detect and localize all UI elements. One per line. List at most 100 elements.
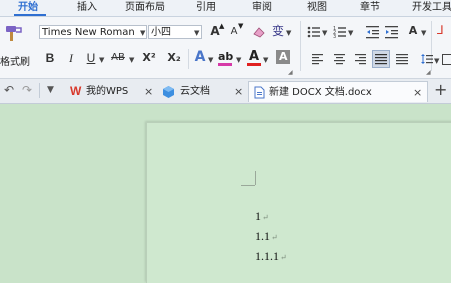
font-size-dropdown-icon[interactable]: ▼ (194, 29, 199, 37)
close-icon[interactable]: × (234, 81, 243, 102)
bullets-dropdown-icon[interactable]: ▼ (322, 29, 327, 37)
text-effect-button[interactable]: A (193, 49, 207, 65)
outdent-icon (366, 25, 380, 39)
numbered-list-icon: 1 2 3 (333, 25, 347, 39)
heading-number: 1.1.1 (255, 249, 279, 263)
font-name-value: Times New Roman (42, 27, 135, 38)
redo-icon[interactable]: ↷ (22, 83, 32, 97)
strikethrough-button[interactable]: AB (108, 50, 128, 66)
numbering-button[interactable]: 1 2 3 (333, 25, 347, 39)
quick-access-dropdown-icon[interactable]: ▼ (47, 85, 54, 95)
new-tab-button[interactable]: + (434, 80, 447, 99)
document-tab-bar: ↶ ↷ ▼ W 我的WPS × 云文档 × 新建 DOCX 文档.docx × … (0, 79, 451, 104)
align-left-button[interactable] (312, 53, 324, 65)
tab-cloud-docs[interactable]: 云文档 × (158, 81, 248, 102)
tab-my-wps-label: 我的WPS (86, 81, 128, 102)
distributed-align-button[interactable] (396, 53, 408, 65)
tab-developer[interactable]: 开发工具 (412, 1, 451, 15)
line-spacing-icon (421, 53, 433, 65)
style-shortcut-icon[interactable]: ⅃ (437, 23, 444, 37)
justify-button[interactable] (372, 50, 390, 68)
tab-insert[interactable]: 插入 (77, 1, 97, 15)
pinyin-dropdown-icon[interactable]: ▼ (286, 29, 291, 37)
paragraph-dialog-launcher-icon[interactable]: ◢ (426, 69, 431, 76)
pinyin-guide-button[interactable]: 变 (271, 23, 285, 39)
increase-indent-button[interactable] (385, 25, 399, 39)
font-name-combo[interactable]: Times New Roman (39, 25, 147, 39)
svg-text:3: 3 (333, 34, 336, 39)
superscript-button[interactable]: X² (140, 50, 158, 66)
ribbon-separator (300, 21, 301, 71)
underline-dropdown-icon[interactable]: ▼ (99, 56, 104, 64)
shading-border-button[interactable] (442, 53, 451, 65)
align-center-button[interactable] (334, 53, 346, 65)
paragraph-mark: ↵ (280, 253, 287, 262)
strikethrough-dropdown-icon[interactable]: ▼ (129, 56, 134, 64)
eraser-icon (252, 25, 266, 39)
tab-view[interactable]: 视图 (307, 1, 327, 15)
indent-icon (385, 25, 399, 39)
grow-arrow-icon: ▲ (219, 22, 224, 30)
tab-cloud-docs-label: 云文档 (180, 81, 210, 102)
font-name-dropdown-icon[interactable]: ▼ (140, 29, 145, 37)
bullets-button[interactable] (307, 25, 321, 39)
menu-bar: 开始 插入 页面布局 引用 审阅 视图 章节 开发工具 (0, 0, 451, 17)
document-area: 1↵ 1.1↵ 1.1.1↵ (0, 104, 451, 267)
underline-button[interactable]: U (84, 50, 98, 66)
ribbon-separator (188, 49, 189, 69)
margin-corner-mark (241, 185, 255, 186)
line-spacing-dropdown-icon[interactable]: ▼ (434, 57, 439, 65)
align-right-icon (355, 53, 367, 65)
tab-chapter[interactable]: 章节 (360, 1, 380, 15)
format-painter-label: 格式刷 (0, 53, 30, 68)
align-right-button[interactable] (355, 53, 367, 65)
align-center-icon (334, 53, 346, 65)
highlight-color-bar (218, 63, 232, 66)
tab-home[interactable]: 开始 (18, 1, 38, 15)
bold-button[interactable]: B (43, 50, 57, 66)
format-painter-button[interactable] (2, 23, 24, 45)
highlight-dropdown-icon[interactable]: ▼ (236, 56, 241, 64)
tab-references[interactable]: 引用 (196, 1, 216, 15)
text-effect-dropdown-icon[interactable]: ▼ (208, 56, 213, 64)
font-color-bar (247, 63, 261, 66)
decrease-indent-button[interactable] (366, 25, 380, 39)
numbering-dropdown-icon[interactable]: ▼ (348, 29, 353, 37)
cloud-docs-icon (162, 85, 175, 98)
tab-new-docx[interactable]: 新建 DOCX 文档.docx × (248, 81, 428, 102)
brush-icon (2, 23, 24, 45)
italic-button[interactable]: I (64, 50, 78, 66)
tab-page-layout[interactable]: 页面布局 (125, 1, 165, 15)
tab-my-wps[interactable]: W 我的WPS × (66, 81, 158, 102)
document-line[interactable]: 1.1.1↵ (255, 249, 287, 264)
bullet-list-icon (307, 25, 321, 39)
clear-format-button[interactable] (252, 25, 266, 39)
subscript-button[interactable]: X₂ (165, 50, 183, 66)
text-direction-button[interactable]: A (406, 23, 420, 39)
heading-number: 1.1 (255, 229, 270, 243)
font-dialog-launcher-icon[interactable]: ◢ (288, 69, 293, 76)
wps-logo-icon: W (70, 81, 81, 102)
char-shading-button[interactable]: A (276, 50, 290, 64)
shrink-arrow-icon: ▼ (238, 22, 243, 30)
font-color-button[interactable]: A (247, 49, 261, 66)
paragraph-mark: ↵ (262, 213, 269, 222)
line-spacing-button[interactable] (421, 53, 433, 65)
highlight-button[interactable]: ab (218, 50, 234, 66)
undo-icon[interactable]: ↶ (4, 83, 14, 97)
font-color-dropdown-icon[interactable]: ▼ (263, 56, 268, 64)
active-tab-underline (14, 14, 46, 16)
align-left-icon (312, 53, 324, 65)
margin-corner-mark (255, 171, 256, 185)
document-page[interactable]: 1↵ 1.1↵ 1.1.1↵ (146, 122, 451, 283)
tab-new-docx-label: 新建 DOCX 文档.docx (269, 82, 372, 103)
document-line[interactable]: 1↵ (255, 209, 269, 224)
text-direction-dropdown-icon[interactable]: ▼ (421, 29, 426, 37)
close-icon[interactable]: × (144, 81, 153, 102)
tab-review[interactable]: 审阅 (252, 1, 272, 15)
char-shading-label: A (279, 50, 288, 63)
close-icon[interactable]: × (413, 82, 422, 103)
document-line[interactable]: 1.1↵ (255, 229, 278, 244)
font-color-label: A (249, 49, 259, 64)
font-size-value: 小四 (151, 27, 171, 38)
